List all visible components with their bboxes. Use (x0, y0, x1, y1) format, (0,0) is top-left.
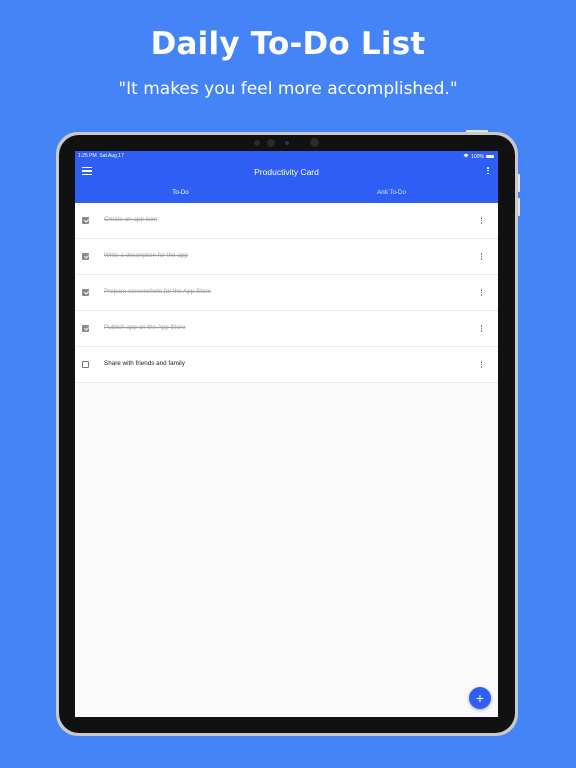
status-right: 100% (463, 153, 494, 160)
wifi-icon (463, 153, 469, 160)
task-text: Create an app icon (104, 216, 158, 223)
status-time: 1:25 PM (78, 153, 97, 159)
status-date: Sat Aug 17 (99, 153, 124, 159)
task-text: Share with friends and family (104, 360, 185, 367)
camera-lens-icon (310, 138, 319, 147)
task-checkbox[interactable] (82, 217, 89, 224)
battery-percent: 100% (471, 153, 484, 160)
task-text: Publish app on the App Store (104, 324, 186, 331)
task-row[interactable]: Share with friends and family (75, 347, 498, 383)
camera-sensor-icon (285, 141, 289, 145)
battery-icon (486, 155, 494, 158)
task-text: Prepare screenshots for the App Store (104, 288, 212, 295)
task-list: Create an app icon Write a description f… (75, 203, 498, 383)
headline: Daily To-Do List (150, 26, 426, 62)
task-row[interactable]: Create an app icon (75, 203, 498, 239)
more-vert-icon[interactable] (480, 361, 483, 369)
app-title: Productivity Card (254, 167, 319, 177)
more-vert-icon[interactable] (486, 167, 490, 177)
tab-anti-todo[interactable]: Anti To-Do (286, 189, 497, 203)
task-row[interactable]: Publish app on the App Store (75, 311, 498, 347)
task-checkbox[interactable] (82, 325, 89, 332)
app-bar: Productivity Card To-Do Anti To-Do (75, 161, 498, 213)
tagline: "It makes you feel more accomplished." (118, 79, 458, 99)
task-checkbox[interactable] (82, 289, 89, 296)
camera-lens-icon (254, 140, 260, 146)
more-vert-icon[interactable] (480, 253, 483, 261)
more-vert-icon[interactable] (480, 289, 483, 297)
task-text: Write a description for the app (104, 252, 188, 259)
add-task-button[interactable]: + (469, 687, 491, 709)
task-row[interactable]: Write a description for the app (75, 239, 498, 275)
tab-todo[interactable]: To-Do (75, 189, 286, 203)
camera-lens-icon (267, 139, 275, 147)
app-screen: 1:25 PM Sat Aug 17 100% Productivity Car… (75, 151, 498, 717)
task-row[interactable]: Prepare screenshots for the App Store (75, 275, 498, 311)
status-time-date: 1:25 PM Sat Aug 17 (78, 153, 124, 159)
task-checkbox[interactable] (82, 253, 89, 260)
more-vert-icon[interactable] (480, 217, 483, 225)
task-checkbox[interactable] (82, 361, 89, 368)
more-vert-icon[interactable] (480, 325, 483, 333)
status-bar: 1:25 PM Sat Aug 17 100% (75, 151, 498, 161)
